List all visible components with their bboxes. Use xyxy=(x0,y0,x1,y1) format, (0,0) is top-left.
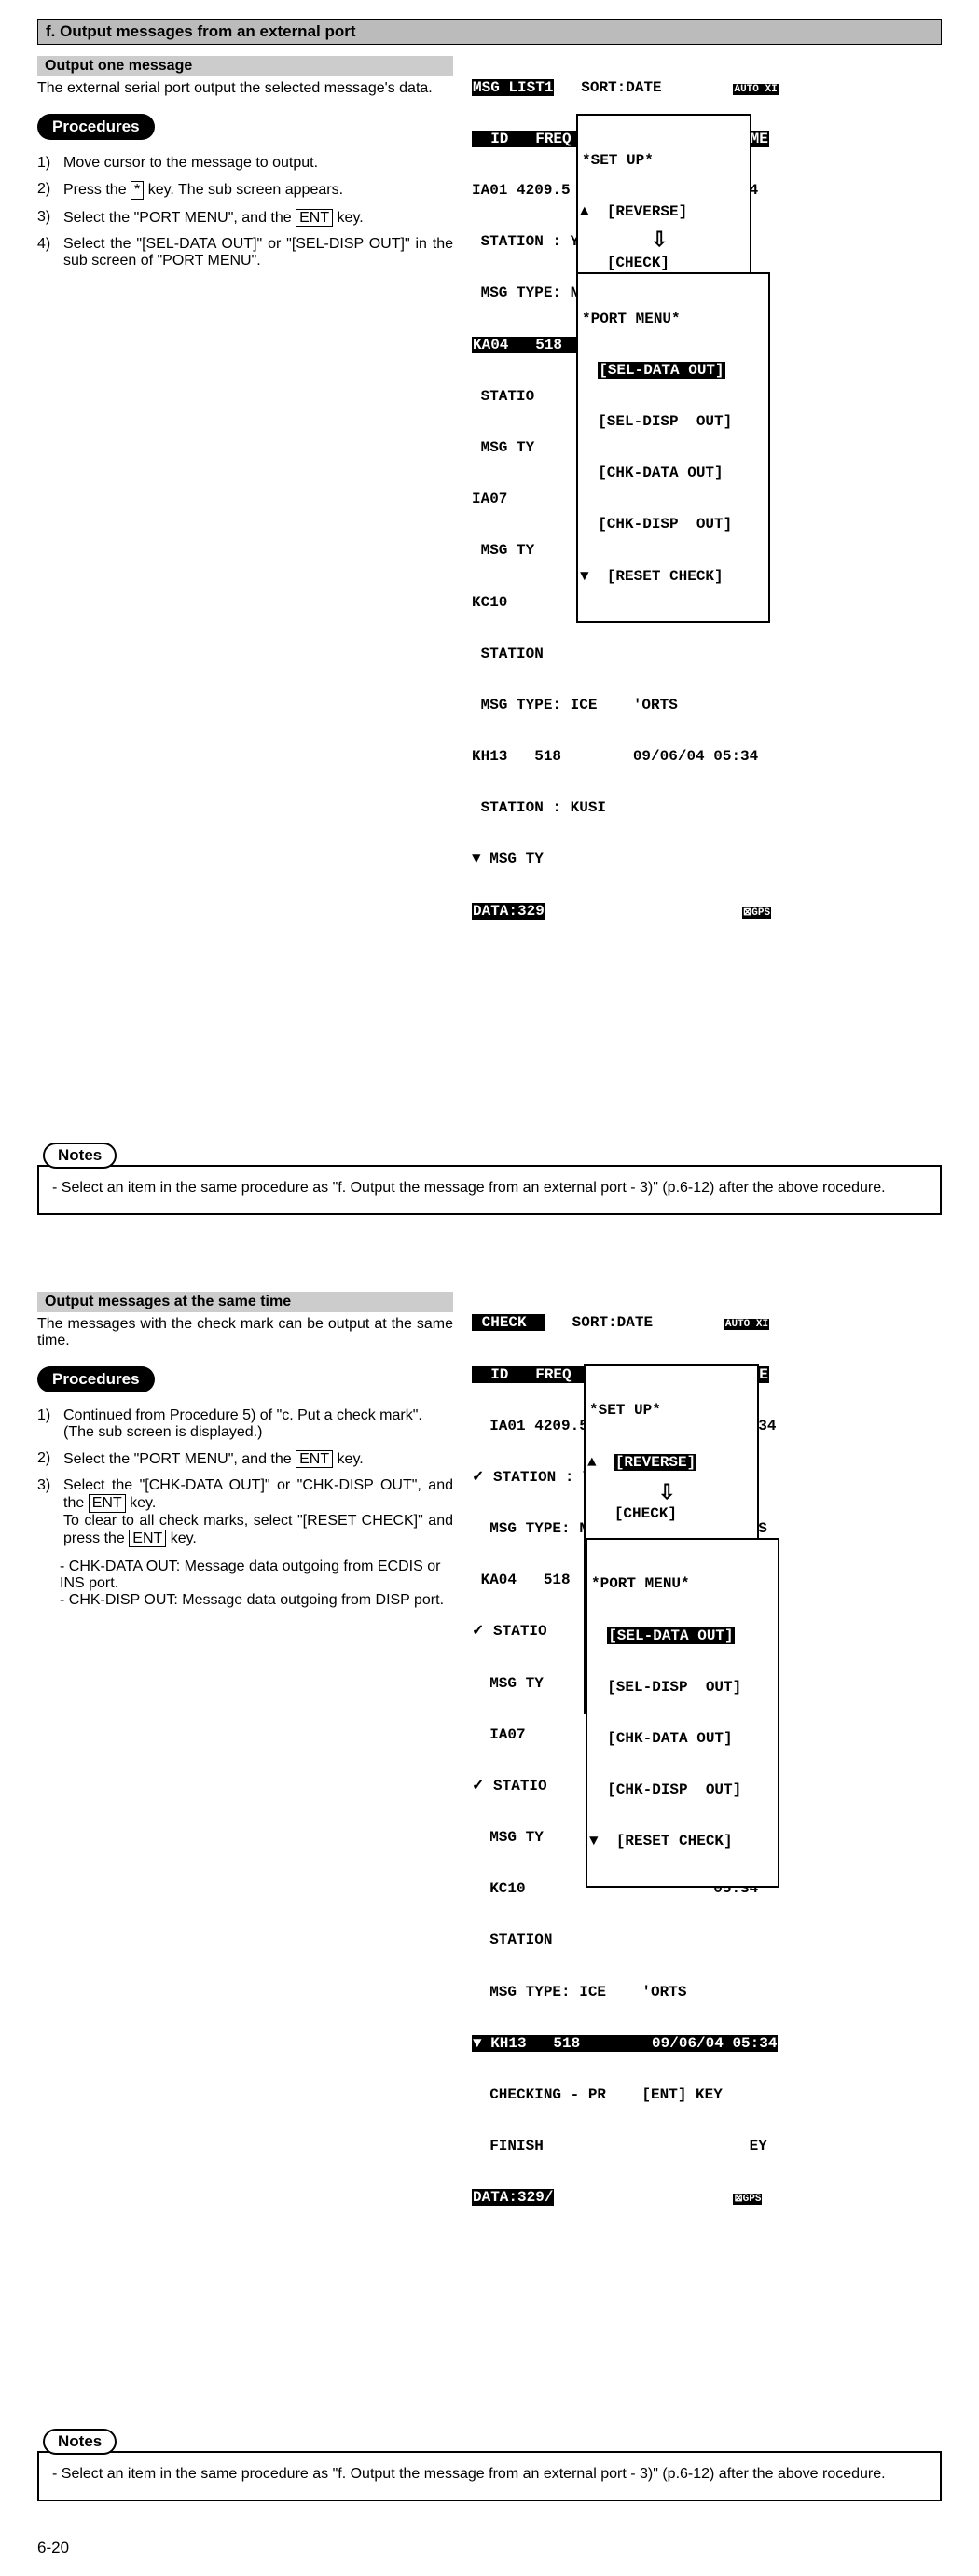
step-text: Select the "PORT MENU", and the ENT key. xyxy=(63,1450,453,1469)
key-ent: ENT xyxy=(129,1530,166,1548)
badge-gps: ⊠GPS xyxy=(733,2194,762,2205)
intro-2: The messages with the check mark can be … xyxy=(37,1316,453,1350)
step-num: 2) xyxy=(37,1450,63,1469)
key-ent: ENT xyxy=(89,1494,126,1513)
notes-text-1: - Select an item in the same procedure a… xyxy=(52,1180,931,1197)
step-text: Select the "[CHK-DATA OUT]" or "CHK-DISP… xyxy=(63,1477,453,1547)
section-title: f. Output messages from an external port xyxy=(37,19,942,45)
post-step-1: - CHK-DATA OUT: Message data outgoing fr… xyxy=(60,1558,453,1592)
screen-2: CHECK SORT:DATE AUTO XI ID FREQ LINES DA… xyxy=(472,1281,947,2413)
popup-item-selected: [SEL-DATA OUT] xyxy=(598,362,724,379)
arrow-down-icon: ⇩ xyxy=(651,229,668,253)
step-num: 1) xyxy=(37,155,63,172)
notes-text-2: - Select an item in the same procedure a… xyxy=(52,2466,931,2483)
step-text: Select the "PORT MENU", and the ENT key. xyxy=(63,209,453,228)
sub-title-2: Output messages at the same time xyxy=(37,1292,453,1312)
step-num: 3) xyxy=(37,209,63,228)
procedures-label-1: Procedures xyxy=(37,114,155,140)
key-ent: ENT xyxy=(296,209,333,228)
step-num: 1) xyxy=(37,1407,63,1441)
key-ent: ENT xyxy=(296,1450,333,1469)
post-step-2: - CHK-DISP OUT: Message data outgoing fr… xyxy=(60,1592,453,1609)
intro-1: The external serial port output the sele… xyxy=(37,80,453,97)
popup-item-selected: [SEL-DATA OUT] xyxy=(607,1627,734,1644)
screen-1: MSG LIST1 SORT:DATE AUTO XI ID FREQ LINE… xyxy=(472,45,947,1126)
notes-label-1: Notes xyxy=(43,1143,117,1169)
step-num: 2) xyxy=(37,181,63,200)
arrow-down-icon: ⇩ xyxy=(658,1482,675,1505)
key-star: * xyxy=(131,181,144,200)
page-number: 6-20 xyxy=(37,2539,69,2557)
popup-item-selected: [REVERSE] xyxy=(614,1454,696,1471)
step-num: 3) xyxy=(37,1477,63,1547)
badge-auto: AUTO XI xyxy=(724,1319,769,1330)
procedures-label-2: Procedures xyxy=(37,1366,155,1392)
popup-port-menu: *PORT MENU* [SEL-DATA OUT] [SEL-DISP OUT… xyxy=(576,272,770,623)
popup-port-menu-2: *PORT MENU* [SEL-DATA OUT] [SEL-DISP OUT… xyxy=(586,1538,779,1889)
step-num: 4) xyxy=(37,236,63,270)
badge-auto: AUTO XI xyxy=(733,84,778,95)
sub-title-1: Output one message xyxy=(37,56,453,76)
step-text: Move cursor to the message to output. xyxy=(63,155,453,172)
notes-label-2: Notes xyxy=(43,2429,117,2455)
step-text: Select the "[SEL-DATA OUT]" or "[SEL-DIS… xyxy=(63,236,453,270)
step-text: Continued from Procedure 5) of "c. Put a… xyxy=(63,1407,453,1441)
badge-gps: ⊠GPS xyxy=(742,907,771,919)
step-text: Press the * key. The sub screen appears. xyxy=(63,181,453,200)
